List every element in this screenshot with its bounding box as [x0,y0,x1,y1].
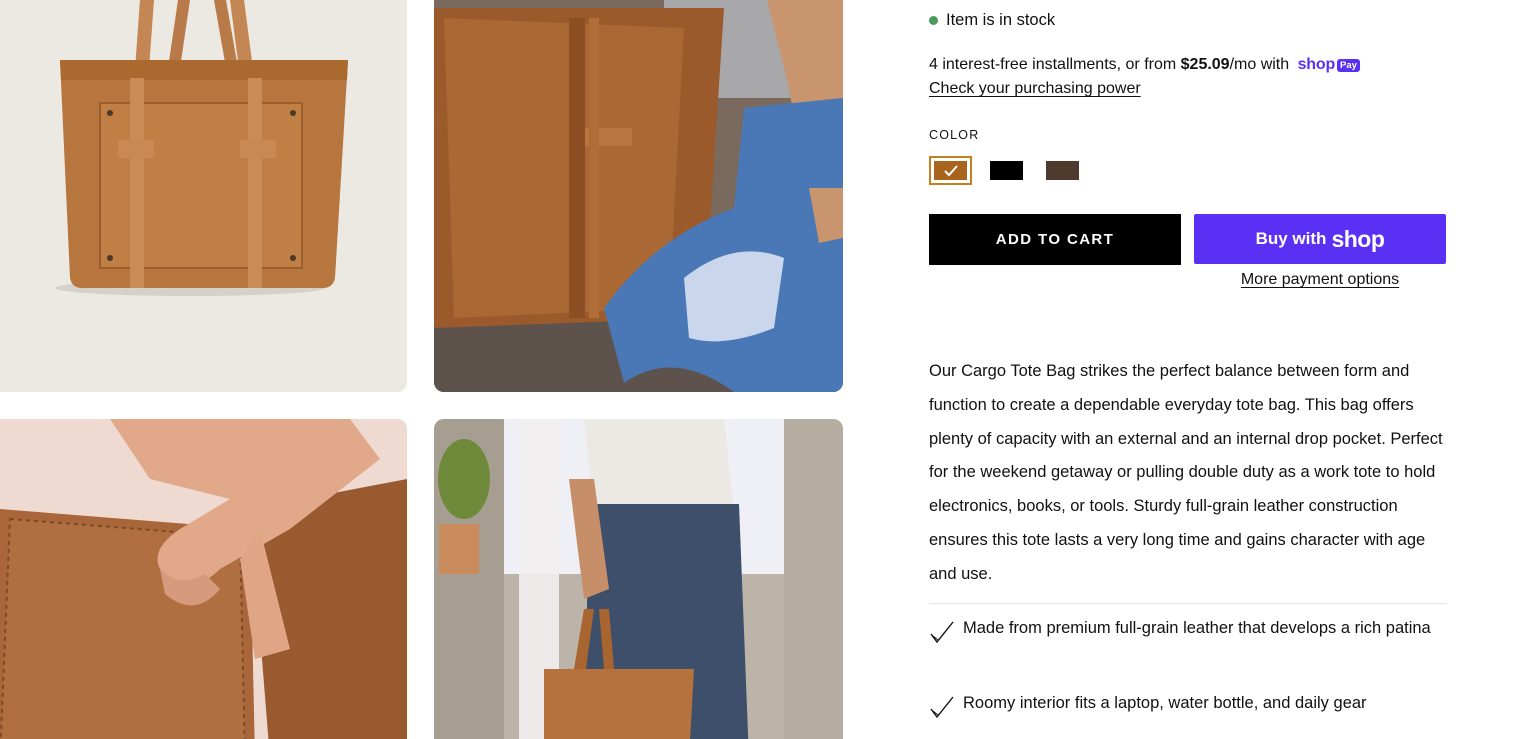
color-option-label: COLOR [929,128,980,142]
feature-text: Made from premium full-grain leather tha… [963,619,1431,637]
tote-studio-illustration [0,0,407,392]
feature-item: Roomy interior fits a laptop, water bott… [929,690,1447,720]
checkmark-icon [930,696,954,719]
product-description: Our Cargo Tote Bag strikes the perfect b… [929,362,1443,583]
add-to-cart-button[interactable]: ADD TO CART [929,214,1181,265]
feature-item: Made from premium full-grain leather tha… [929,615,1447,645]
feature-text: Roomy interior fits a laptop, water bott… [963,694,1367,712]
installments-amount: $25.09 [1180,56,1230,74]
shop-logo-icon: shop [1331,225,1385,252]
stock-status-text: Item is in stock [946,11,1056,29]
buy-with-shop-button[interactable]: Buy with shop [1194,214,1446,264]
more-payment-options-link[interactable]: More payment options [1194,271,1446,289]
product-image-tote-studio[interactable] [0,0,407,392]
stock-status: Item is in stock [929,11,1055,30]
shop-pay-badge: Pay [1337,58,1360,72]
passport-hand-illustration [0,419,407,739]
checkmark-icon [930,621,954,644]
product-image-model-seated[interactable] [434,0,843,392]
shop-pay-logo-icon: shop Pay [1298,55,1360,75]
stock-indicator-dot [929,16,938,25]
swatch-brown[interactable] [929,156,972,185]
installments-prefix: 4 interest-free installments, or from [929,56,1181,74]
installments-suffix: /mo with [1229,56,1294,74]
installments-message: 4 interest-free installments, or from $2… [929,55,1360,75]
product-image-man-window[interactable] [434,419,843,739]
product-image-passport-hand[interactable] [0,419,407,739]
section-divider [929,603,1447,604]
check-icon [930,157,971,184]
man-window-illustration [434,419,843,739]
swatch-dark-brown[interactable] [1041,156,1084,185]
product-page: Item is in stock 4 interest-free install… [0,0,1527,739]
swatch-black[interactable] [985,156,1028,185]
buy-with-label: Buy with [1255,229,1327,248]
model-seated-illustration [434,0,843,392]
shop-pay-wordmark: shop [1297,56,1336,73]
check-purchasing-power-link[interactable]: Check your purchasing power [929,80,1141,98]
swatch-black-fill [990,161,1023,180]
swatch-dark-brown-fill [1046,161,1079,180]
